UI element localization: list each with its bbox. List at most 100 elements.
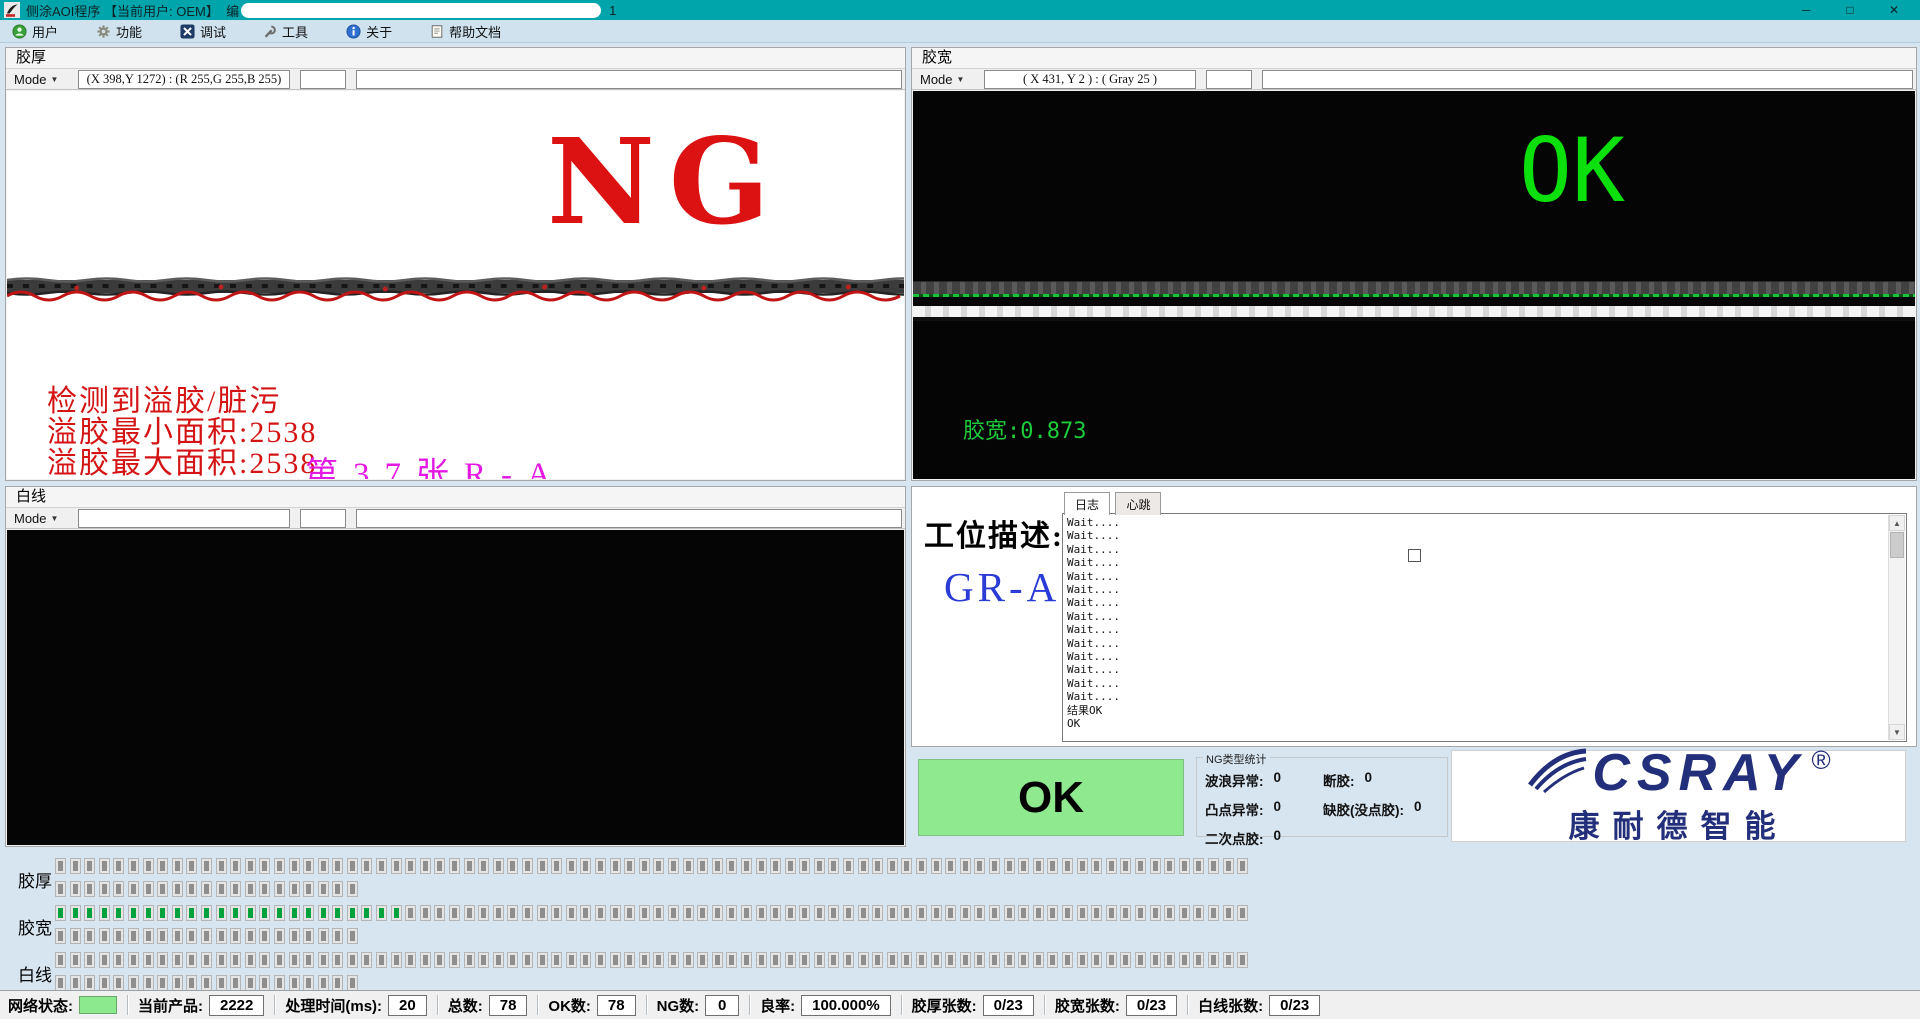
indicator-square [785,905,796,921]
indicator-square [770,858,781,874]
indicator-square [1150,905,1161,921]
indicator-square [274,975,285,991]
indicator-square [128,881,139,897]
indicator-square [332,928,343,944]
indicator-square [653,952,664,968]
indicator-square [566,858,577,874]
log-line: 结果OK [1067,704,1886,717]
indicator-square [595,952,606,968]
close-button[interactable]: ✕ [1872,0,1916,20]
menu-item-help[interactable]: 帮助文档 [426,20,505,43]
ng-stat-item: 二次点胶:0 [1205,828,1323,848]
indicator-square [668,858,679,874]
log-checkbox[interactable] [1408,549,1421,562]
jiaokuan-small-box [1206,70,1252,89]
indicator-square [332,952,343,968]
indicator-square [1237,952,1248,968]
indicator-square [1164,858,1175,874]
tab-heartbeat[interactable]: 心跳 [1115,492,1161,515]
scroll-down-icon[interactable]: ▼ [1889,724,1905,740]
ng-stats-title: NG类型统计 [1203,751,1270,767]
indicator-square [1018,952,1029,968]
menu-item-label: 帮助文档 [449,22,501,41]
status-label-time: 处理时间(ms): [285,995,382,1016]
menu-item-user[interactable]: 用户 [8,20,62,43]
indicator-square [186,928,197,944]
indicator-square [332,858,343,874]
indicator-square [814,952,825,968]
station-label: 工位描述: [924,511,1064,555]
status-label-product: 当前产品: [138,995,203,1016]
indicator-square [464,905,475,921]
log-scrollbar[interactable]: ▲ ▼ [1888,515,1905,740]
indicator-square [522,905,533,921]
menu-item-debug[interactable]: 调试 [176,20,230,43]
status-value-total: 78 [489,995,528,1016]
indicator-square [580,952,591,968]
result-ok-button[interactable]: OK [918,759,1184,836]
jiaokuan-mode-dropdown[interactable]: Mode ▼ [920,72,972,87]
indicator-square [186,881,197,897]
indicator-square [756,952,767,968]
ng-stat-label: 波浪异常: [1205,770,1264,790]
baixian-mode-dropdown[interactable]: Mode ▼ [14,511,66,526]
status-divider [749,995,750,1015]
jiaokuan-toolbar: Mode ▼ ( X 431, Y 2 ) : ( Gray 25 ) [912,69,1916,90]
indicator-square [624,952,635,968]
defect-message: 检测到溢胶/脏污 溢胶最小面积:2538 溢胶最大面积:2538 [47,386,317,479]
logo-brand-text: CSRAY [1592,747,1805,799]
indicator-square [449,858,460,874]
indicator-square [259,928,270,944]
indicator-square [230,905,241,921]
indicator-square [157,928,168,944]
chevron-down-icon: ▼ [51,75,59,84]
status-value-time: 20 [388,995,427,1016]
indicator-square [1077,905,1088,921]
menu-item-about[interactable]: 关于 [342,20,396,43]
indicator-square [595,905,606,921]
indicator-square [70,928,81,944]
indicator-square [172,858,183,874]
window-title-tail: 1 [609,3,616,18]
ng-stat-label: 二次点胶: [1205,828,1264,848]
status-label-ng: NG数: [657,995,700,1016]
log-list: Wait....Wait....Wait....Wait....Wait....… [1067,516,1886,739]
status-bar: 网络状态:当前产品:2222处理时间(ms):20总数:78OK数:78NG数:… [0,990,1920,1019]
indicator-square [1223,952,1234,968]
menu-item-label: 关于 [366,22,392,41]
indicator-square [245,952,256,968]
indicator-square [128,928,139,944]
menu-item-tools[interactable]: 工具 [260,20,312,43]
indicator-square [478,905,489,921]
indicator-square [303,881,314,897]
indicator-square [785,858,796,874]
indicator-square [113,858,124,874]
indicator-square [332,975,343,991]
indicator-square [361,905,372,921]
indicator-square [55,881,66,897]
indicator-square [318,858,329,874]
jiaohou-mode-dropdown[interactable]: Mode ▼ [14,72,66,87]
indicator-square [551,858,562,874]
indicator-square [887,952,898,968]
status-value-jiaokuan: 0/23 [1126,995,1177,1016]
tab-log[interactable]: 日志 [1064,492,1110,515]
scroll-up-icon[interactable]: ▲ [1889,515,1905,531]
menu-item-func[interactable]: 功能 [92,20,146,43]
indicator-square [376,905,387,921]
scroll-thumb[interactable] [1890,532,1904,558]
indicator-square [274,928,285,944]
indicator-square [1106,952,1117,968]
panel-jiaohou: 胶厚 Mode ▼ (X 398,Y 1272) : (R 255,G 255,… [5,47,906,481]
indicator-square [858,858,869,874]
jiaohou-small-box [300,70,346,89]
minimize-button[interactable]: ─ [1784,0,1828,20]
indicator-square [1150,952,1161,968]
indicator-square [960,905,971,921]
indicator-square [113,928,124,944]
indicator-square [1150,858,1161,874]
maximize-button[interactable]: □ [1828,0,1872,20]
indicator-square [1237,858,1248,874]
defect-line: 检测到溢胶/脏污 [47,386,317,417]
indicator-square [420,952,431,968]
